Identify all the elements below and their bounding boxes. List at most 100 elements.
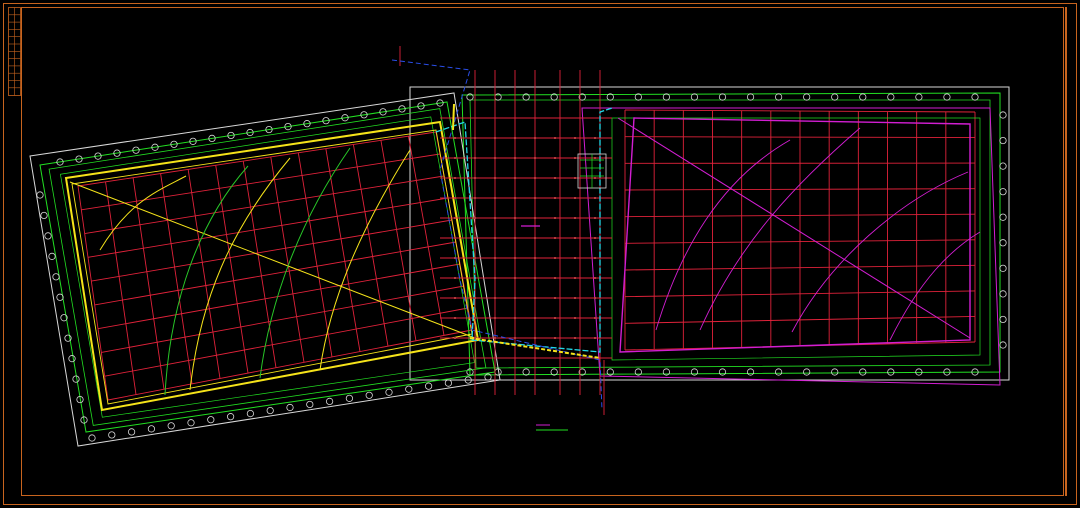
outer-frame-border [3, 3, 1077, 505]
note-marks [521, 225, 568, 431]
left-grid-line-h [77, 131, 437, 187]
left-grid-line-v [408, 136, 445, 336]
column-dot [574, 317, 576, 319]
column-dot [514, 237, 516, 239]
left-plan-curve [319, 149, 411, 371]
left-axis-bubble-side [36, 191, 44, 199]
left-axis-bubble-bottom [365, 391, 373, 399]
left-plan-green-axes [39, 101, 496, 433]
left-axis-bubble-side [48, 252, 56, 260]
left-axis-bubble-bottom [286, 403, 294, 412]
column-dot [474, 237, 476, 239]
right-axis-bubble-side [999, 188, 1007, 196]
right-axis-bubble-top [887, 93, 895, 101]
right-axis-bubble-side [999, 239, 1007, 247]
structural-plan-drawing [3, 3, 1077, 505]
magenta-curve [699, 127, 861, 331]
column-dot [594, 177, 596, 179]
left-axis-bubble-bottom [147, 425, 155, 433]
column-dot [534, 237, 536, 239]
yellow-link-line [452, 103, 455, 131]
column-dot [574, 237, 576, 239]
column-dot [494, 197, 496, 199]
column-dot [514, 317, 516, 319]
right-axis-bubble-bottom [803, 368, 811, 376]
right-axis-bubble-side [999, 290, 1007, 298]
left-axis-bubble-side [68, 355, 76, 363]
column-dot [574, 157, 576, 159]
column-dot [574, 337, 576, 339]
left-axis-bubble-side [44, 232, 52, 240]
column-dot [494, 217, 496, 219]
right-axis-bubble-bottom [746, 368, 755, 376]
left-grid-line-v [380, 140, 417, 341]
stair-detail [577, 153, 607, 189]
column-dot [534, 157, 536, 159]
right-axis-bubble-top [746, 93, 755, 101]
left-plan-curve [99, 175, 187, 251]
right-magenta-outline [581, 107, 1001, 386]
blue-dashed-line [391, 59, 603, 411]
column-dot [574, 277, 576, 279]
left-axis-bubble-bottom [246, 409, 254, 418]
magenta-diagonal [617, 117, 971, 339]
column-dot [574, 137, 576, 139]
left-grid-line-h [87, 197, 449, 258]
column-dot [594, 197, 596, 199]
column-dot [514, 277, 516, 279]
column-dot [454, 317, 456, 319]
column-dot [594, 217, 596, 219]
left-green-core [60, 116, 475, 418]
column-dot [554, 137, 556, 139]
column-dot [534, 317, 536, 319]
column-dot [454, 177, 456, 179]
column-dot [594, 237, 596, 239]
left-axis-bubble-bottom [424, 382, 433, 390]
left-building-plan [29, 92, 501, 447]
column-dot [594, 317, 596, 319]
left-axis-bubble-bottom [167, 422, 175, 430]
drawing-frame [3, 3, 1077, 505]
left-axis-bubble-bottom [444, 379, 452, 387]
column-dot [474, 257, 476, 259]
right-axis-bubble-top [690, 93, 699, 101]
right-magenta-slab [619, 117, 971, 353]
column-dot [474, 297, 476, 299]
column-dot [554, 337, 556, 339]
right-axis-bubble-top [831, 93, 839, 101]
column-dot [454, 297, 456, 299]
column-dot [594, 137, 596, 139]
right-axis-bubble-top [662, 93, 670, 101]
column-dot [474, 337, 476, 339]
column-dot [454, 157, 456, 159]
left-grid-line-v [160, 173, 193, 384]
column-dot [554, 237, 556, 239]
left-axis-bubble-bottom [88, 434, 96, 442]
right-axis-bubble-top [859, 93, 867, 101]
left-yellow-slab-inner [71, 129, 473, 405]
column-dot [574, 297, 576, 299]
right-axis-bubble-bottom [718, 368, 727, 376]
column-dot [554, 177, 556, 179]
column-dot [494, 277, 496, 279]
left-axis-bubble-bottom [325, 397, 334, 405]
column-dot [514, 297, 516, 299]
column-dot [594, 297, 596, 299]
column-dot [454, 337, 456, 339]
right-axis-bubble-bottom [775, 368, 783, 376]
left-grid-line-v [187, 169, 221, 379]
column-dot [474, 317, 476, 319]
right-axis-bubble-top [943, 93, 951, 101]
right-axis-bubble-side [999, 111, 1007, 119]
column-dot [514, 177, 516, 179]
column-dot [454, 137, 456, 139]
column-dot [534, 137, 536, 139]
left-grid-line-v [325, 148, 361, 352]
right-axis-bubble-top [971, 93, 979, 101]
right-axis-bubble-side [999, 136, 1007, 145]
column-dot [594, 157, 596, 159]
right-axis-bubble-side [999, 315, 1007, 324]
right-axis-bubble-bottom [859, 368, 867, 376]
left-axis-bubble-bottom [306, 400, 314, 409]
magenta-curve [655, 139, 791, 331]
